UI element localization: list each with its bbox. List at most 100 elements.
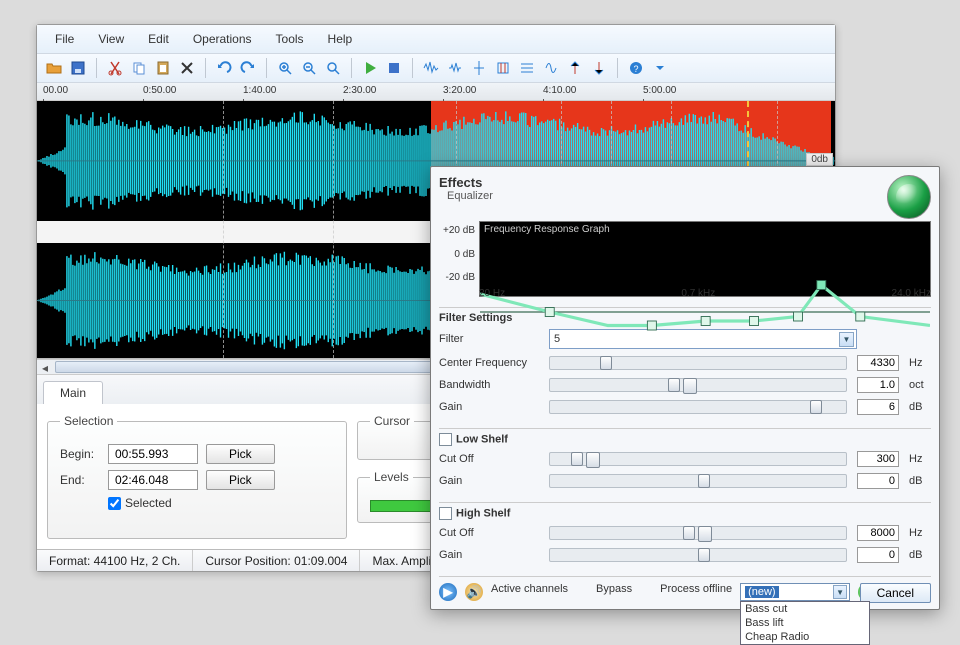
- center-freq-slider[interactable]: [549, 356, 847, 370]
- dialog-title: Effects: [439, 175, 493, 190]
- chevron-down-icon: ▼: [833, 585, 847, 599]
- toolbar: ?: [37, 54, 835, 83]
- zoom-in-icon[interactable]: [274, 57, 296, 79]
- preset-current: (new): [745, 586, 779, 598]
- timeline-tick: 3:20.00: [443, 85, 476, 96]
- menu-tools[interactable]: Tools: [266, 29, 314, 49]
- preset-option[interactable]: Bass cut: [741, 602, 869, 616]
- svg-text:?: ?: [633, 64, 638, 74]
- gain-label: Gain: [439, 401, 539, 413]
- graph-xlabel: 20 Hz: [479, 288, 505, 299]
- waveform-tool-2-icon[interactable]: [444, 57, 466, 79]
- graph-ylabel: -20 dB: [439, 272, 475, 283]
- speaker-icon[interactable]: 🔊: [465, 583, 483, 601]
- begin-label: Begin:: [60, 447, 100, 461]
- end-input[interactable]: [108, 470, 198, 490]
- graph-xlabel: 24.0 kHz: [892, 288, 931, 299]
- hs-gain-input[interactable]: [857, 547, 899, 563]
- timeline-tick: 5:00.00: [643, 85, 676, 96]
- begin-pick-button[interactable]: Pick: [206, 444, 275, 464]
- unit-hz: Hz: [909, 527, 931, 539]
- waveform-tool-4-icon[interactable]: [492, 57, 514, 79]
- low-shelf-head: Low Shelf: [439, 428, 931, 448]
- preset-list[interactable]: Bass cut Bass lift Cheap Radio: [740, 601, 870, 645]
- begin-input[interactable]: [108, 444, 198, 464]
- waveform-tool-3-icon[interactable]: [468, 57, 490, 79]
- menu-edit[interactable]: Edit: [138, 29, 179, 49]
- unit-db: dB: [909, 401, 931, 413]
- selection-group: Selection Begin: Pick End: Pick Selected: [47, 414, 347, 539]
- db-label: 0db: [806, 153, 833, 166]
- process-offline-label[interactable]: Process offline: [660, 583, 732, 595]
- open-icon[interactable]: [43, 57, 65, 79]
- paste-icon[interactable]: [152, 57, 174, 79]
- hs-gain-slider[interactable]: [549, 548, 847, 562]
- preset-dropdown[interactable]: (new) ▼ Bass cut Bass lift Cheap Radio: [740, 583, 850, 601]
- high-shelf-checkbox[interactable]: [439, 507, 452, 520]
- save-icon[interactable]: [67, 57, 89, 79]
- ls-gain-slider[interactable]: [549, 474, 847, 488]
- dialog-footer: ▶ 🔊 Active channels Bypass Process offli…: [439, 576, 931, 601]
- unit-hz: Hz: [909, 453, 931, 465]
- zoom-out-icon[interactable]: [298, 57, 320, 79]
- bypass-label[interactable]: Bypass: [596, 583, 632, 595]
- levels-legend: Levels: [370, 470, 413, 484]
- ls-cutoff-slider[interactable]: [549, 452, 847, 466]
- low-shelf-checkbox[interactable]: [439, 433, 452, 446]
- hs-cutoff-input[interactable]: [857, 525, 899, 541]
- end-label: End:: [60, 473, 100, 487]
- menu-file[interactable]: File: [45, 29, 84, 49]
- end-pick-button[interactable]: Pick: [206, 470, 275, 490]
- ls-cutoff-input[interactable]: [857, 451, 899, 467]
- help-icon[interactable]: ?: [625, 57, 647, 79]
- gain-slider[interactable]: [549, 400, 847, 414]
- copy-icon[interactable]: [128, 57, 150, 79]
- preset-option[interactable]: Cheap Radio: [741, 630, 869, 644]
- graph-xlabel: 0.7 kHz: [681, 288, 715, 299]
- ls-cutoff-label: Cut Off: [439, 453, 539, 465]
- stop-icon[interactable]: [383, 57, 405, 79]
- waveform-tool-8-icon[interactable]: [588, 57, 610, 79]
- selected-label: Selected: [125, 496, 172, 510]
- waveform-tool-6-icon[interactable]: [540, 57, 562, 79]
- waveform-tool-7-icon[interactable]: [564, 57, 586, 79]
- cut-icon[interactable]: [104, 57, 126, 79]
- undo-icon[interactable]: [213, 57, 235, 79]
- unit-db: dB: [909, 549, 931, 561]
- selected-checkbox[interactable]: [108, 497, 121, 510]
- timeline-tick: 1:40.00: [243, 85, 276, 96]
- play-icon[interactable]: [359, 57, 381, 79]
- unit-db: dB: [909, 475, 931, 487]
- menu-operations[interactable]: Operations: [183, 29, 262, 49]
- waveform-tool-1-icon[interactable]: [420, 57, 442, 79]
- timeline-ruler[interactable]: 00.00 0:50.00 1:40.00 2:30.00 3:20.00 4:…: [37, 83, 835, 101]
- timeline-tick: 0:50.00: [143, 85, 176, 96]
- menu-help[interactable]: Help: [318, 29, 363, 49]
- scroll-left-icon[interactable]: ◂: [37, 360, 53, 376]
- delete-icon[interactable]: [176, 57, 198, 79]
- dialog-subtitle: Equalizer: [447, 190, 493, 202]
- ls-gain-input[interactable]: [857, 473, 899, 489]
- graph-ylabel: 0 dB: [439, 249, 475, 260]
- preset-option[interactable]: Bass lift: [741, 616, 869, 630]
- graph-plot[interactable]: Frequency Response Graph: [479, 221, 931, 297]
- hs-cutoff-label: Cut Off: [439, 527, 539, 539]
- active-channels-label: Active channels: [491, 583, 568, 595]
- menu-view[interactable]: View: [88, 29, 134, 49]
- tab-main[interactable]: Main: [43, 381, 103, 404]
- dropdown-icon[interactable]: [649, 57, 671, 79]
- redo-icon[interactable]: [237, 57, 259, 79]
- ls-gain-label: Gain: [439, 475, 539, 487]
- graph-ylabel: +20 dB: [439, 225, 475, 236]
- waveform-tool-5-icon[interactable]: [516, 57, 538, 79]
- high-shelf-head: High Shelf: [439, 502, 931, 522]
- play-preview-icon[interactable]: ▶: [439, 583, 457, 601]
- zoom-fit-icon[interactable]: [322, 57, 344, 79]
- menubar: File View Edit Operations Tools Help: [37, 25, 835, 54]
- bandwidth-slider[interactable]: [549, 378, 847, 392]
- timeline-tick: 2:30.00: [343, 85, 376, 96]
- cancel-button[interactable]: Cancel: [860, 583, 931, 603]
- hs-cutoff-slider[interactable]: [549, 526, 847, 540]
- frequency-response-graph: +20 dB 0 dB -20 dB Frequency Response Gr…: [439, 221, 931, 297]
- waveform-marker: [333, 101, 334, 358]
